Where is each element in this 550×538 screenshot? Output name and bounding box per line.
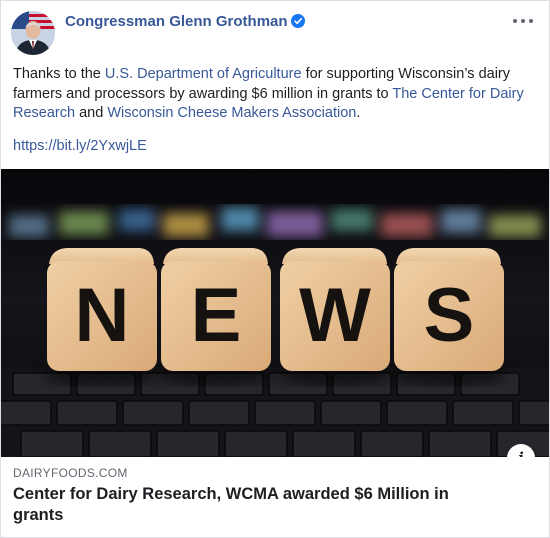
post-text-part: . [356, 105, 361, 121]
facebook-post-card: Congressman Glenn Grothman Thanks to the… [0, 0, 550, 538]
dice-letter-n: N [75, 273, 130, 358]
post-text-part: and [75, 105, 108, 121]
dice-letter-s: S [424, 273, 475, 358]
post-text-part: Thanks to the [13, 66, 105, 82]
author-name[interactable]: Congressman Glenn Grothman [65, 13, 305, 30]
link-headline[interactable]: Center for Dairy Research, WCMA awarded … [13, 484, 503, 526]
usda-link[interactable]: U.S. Department of Agriculture [105, 66, 302, 82]
more-options-icon[interactable] [511, 15, 535, 27]
verified-badge-icon [290, 14, 305, 28]
post-header: Congressman Glenn Grothman [11, 11, 539, 57]
link-preview[interactable]: DAIRYFOODS.COM Center for Dairy Research… [1, 457, 549, 537]
dice-letter-e: E [191, 273, 242, 358]
dice-letter-w: W [299, 273, 371, 358]
post-body-text: Thanks to the U.S. Department of Agricul… [13, 65, 539, 124]
link-domain: DAIRYFOODS.COM [13, 466, 128, 480]
short-url-link[interactable]: https://bit.ly/2YxwjLE [13, 138, 147, 154]
link-preview-image[interactable]: N E W S [1, 169, 549, 457]
author-name-label[interactable]: Congressman Glenn Grothman [65, 13, 288, 30]
author-avatar[interactable] [11, 11, 55, 55]
post-url-line: https://bit.ly/2YxwjLE [13, 138, 147, 154]
wcma-link[interactable]: Wisconsin Cheese Makers Association [107, 105, 356, 121]
